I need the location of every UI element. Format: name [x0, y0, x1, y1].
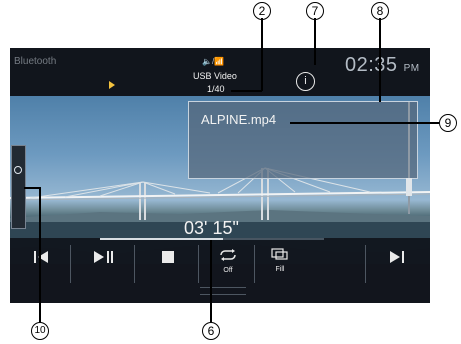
source-name: USB Video	[193, 71, 237, 81]
callout-2-line	[261, 18, 263, 91]
play-pause-icon	[93, 251, 113, 263]
search-icon	[14, 166, 22, 174]
top-status-bar: Bluetooth 🔈/📶 USB Video 1/40 i 02:35 PM	[10, 48, 430, 96]
fill-icon	[271, 248, 288, 260]
vertical-scrollbar[interactable]	[408, 102, 410, 214]
repeat-icon	[220, 249, 236, 261]
separator	[134, 245, 135, 283]
elapsed-time: 03' 15"	[184, 218, 239, 238]
video-player-screen: Bluetooth 🔈/📶 USB Video 1/40 i 02:35 PM …	[10, 48, 430, 303]
control-bar: 03' 15" Off Fill	[10, 218, 430, 303]
source-left-label: Bluetooth	[14, 56, 57, 67]
status-icons: 🔈/📶	[202, 57, 225, 66]
callout-2-line	[231, 90, 262, 92]
callout-9: 9	[439, 114, 457, 132]
bottom-pager-indicator	[200, 287, 246, 295]
callout-8-line	[379, 18, 381, 102]
file-info-panel: ALPINE.mp4	[188, 101, 418, 179]
previous-button[interactable]	[14, 250, 69, 280]
next-button[interactable]	[370, 250, 422, 280]
separator	[198, 245, 199, 283]
stop-button[interactable]	[140, 250, 195, 280]
callout-6: 6	[202, 322, 220, 340]
fill-label: Fill	[275, 266, 285, 273]
next-icon	[390, 251, 404, 263]
separator	[70, 245, 71, 283]
callout-10: 10	[31, 322, 49, 340]
play-pause-button[interactable]	[76, 250, 131, 280]
callout-9-line	[290, 122, 439, 124]
progress-fill	[100, 238, 223, 240]
vertical-scrollbar-thumb[interactable]	[406, 178, 412, 196]
fill-button[interactable]: Fill	[260, 247, 300, 281]
info-icon[interactable]: i	[296, 72, 315, 91]
track-index: 1/40	[207, 84, 225, 94]
clock-time: 02:35	[345, 54, 398, 76]
file-name: ALPINE.mp4	[201, 112, 277, 127]
clock: 02:35 PM	[345, 54, 420, 77]
clock-suffix: PM	[403, 63, 420, 74]
play-indicator-icon	[109, 81, 115, 89]
previous-icon	[33, 251, 48, 263]
callout-10-line	[24, 187, 40, 189]
stop-icon	[161, 251, 174, 263]
separator	[254, 245, 255, 283]
separator	[365, 245, 366, 283]
callout-10-line	[39, 187, 41, 322]
callout-6-line	[210, 240, 212, 322]
callout-7-line	[314, 18, 316, 65]
